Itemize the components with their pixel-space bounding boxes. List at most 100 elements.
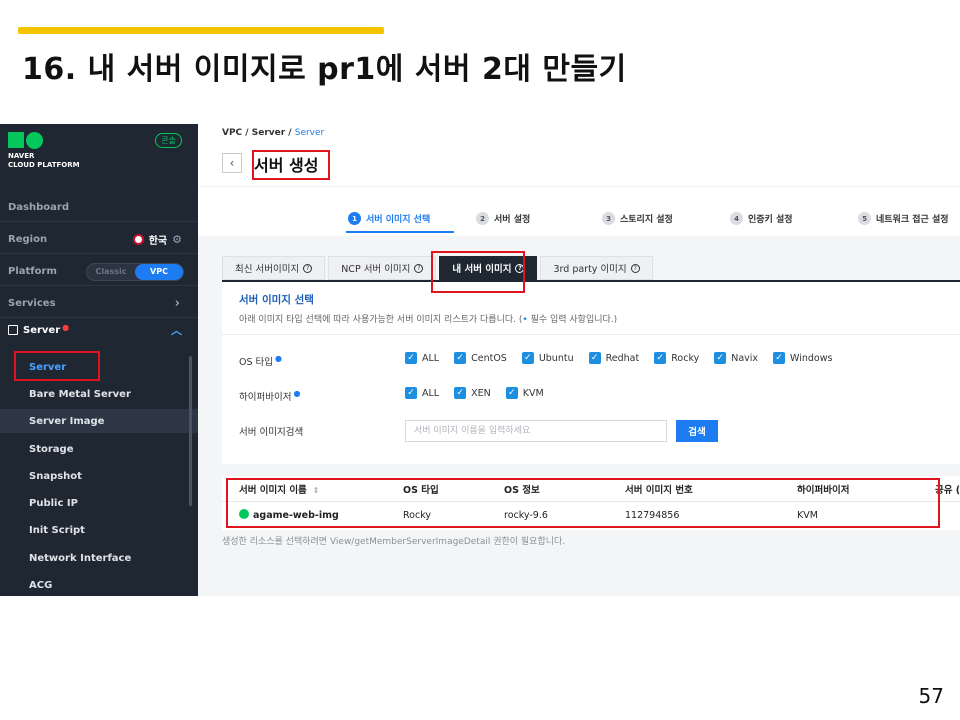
image-filter-panel: 서버 이미지 선택 아래 이미지 타입 선택에 따라 사용가능한 서버 이미지 …	[222, 282, 960, 464]
image-number-cell: 112794856	[625, 509, 680, 521]
sidebar-item-bare-metal-server[interactable]: Bare Metal Server	[0, 382, 198, 406]
page-header: VPC / Server / Server ‹ 서버 생성	[198, 124, 960, 186]
sidebar-item-storage[interactable]: Storage	[0, 437, 198, 461]
check-icon: ✓	[505, 387, 518, 399]
image-search-input[interactable]	[405, 420, 667, 442]
check-icon: ✓	[521, 352, 534, 364]
image-name-cell: agame-web-img	[239, 509, 339, 521]
active-step-underline	[346, 231, 454, 233]
korea-flag-icon	[132, 234, 144, 245]
column-header-image-number: 서버 이미지 번호	[625, 484, 693, 496]
divider	[222, 334, 960, 335]
platform-option-classic[interactable]: Classic	[87, 264, 135, 280]
step-storage-settings[interactable]: 3 스토리지 설정	[602, 212, 673, 225]
step-server-image[interactable]: 1 서버 이미지 선택	[348, 212, 430, 225]
new-indicator-icon: ●	[62, 322, 70, 332]
chevron-up-icon: ︿	[171, 324, 182, 337]
checkbox-hv-xen[interactable]: ✓ XEN	[454, 387, 491, 399]
os-type-label: OS 타입 ●	[239, 354, 282, 368]
console-badge[interactable]: 콘솔	[155, 133, 182, 148]
section-title: 서버 이미지 선택	[239, 294, 314, 306]
step-auth-key-settings[interactable]: 4 인증키 설정	[730, 212, 793, 225]
sidebar-item-network-interface[interactable]: Network Interface	[0, 546, 198, 570]
check-icon: ✓	[405, 387, 417, 399]
region-selector[interactable]: Region 한국 ⚙	[0, 226, 198, 254]
check-icon: ✓	[454, 387, 467, 399]
wizard-steps: 1 서버 이미지 선택 2 서버 설정 3 스토리지 설정 4 인증키 설정 5 네트워크…	[198, 186, 960, 236]
checkbox-os-windows[interactable]: ✓ Windows	[773, 352, 832, 364]
sidebar-item-public-ip[interactable]: Public IP	[0, 491, 198, 515]
breadcrumb: VPC / Server / Server	[222, 128, 325, 138]
check-icon: ✓	[714, 352, 727, 364]
image-search-label: 서버 이미지검색	[239, 427, 304, 438]
sidebar-item-services[interactable]: Services ›	[0, 290, 198, 318]
step-network-access-settings[interactable]: 5 네트워크 접근 설정	[858, 212, 949, 225]
page-title: 서버 생성	[254, 156, 319, 175]
table-header: 서버 이미지 이름 ⇕ OS 타입 OS 정보 서버 이미지 번호 하이퍼바이저 …	[222, 476, 960, 502]
breadcrumb-vpc[interactable]: VPC	[222, 128, 242, 138]
tab-latest-server-image[interactable]: 최신 서버이미지?	[222, 256, 326, 280]
checkbox-os-navix[interactable]: ✓ Navix	[714, 352, 758, 364]
checkbox-os-redhat[interactable]: ✓ Redhat	[588, 352, 639, 364]
sidebar-item-server-image[interactable]: Server Image	[0, 409, 198, 433]
hypervisor-checkboxes: ✓ ALL ✓ XEN ✓ KVM	[405, 387, 559, 399]
server-group-label: Server	[23, 324, 61, 336]
column-header-image-name[interactable]: 서버 이미지 이름 ⇕	[239, 482, 320, 496]
check-icon: ✓	[654, 352, 667, 364]
image-source-tabs: 최신 서버이미지? NCP 서버 이미지? 내 서버 이미지? 3rd part…	[222, 256, 653, 280]
sort-icon: ⇕	[312, 485, 320, 495]
permission-footnote: 생성한 리소스를 선택하려면 View/getMemberServerImage…	[222, 537, 566, 547]
os-type-cell: Rocky	[403, 509, 431, 521]
check-icon: ✓	[773, 352, 786, 364]
tab-my-server-image[interactable]: 내 서버 이미지?	[439, 256, 538, 280]
checkbox-hv-kvm[interactable]: ✓ KVM	[505, 387, 544, 399]
checkbox-os-centos[interactable]: ✓ CentOS	[454, 352, 507, 364]
sidebar-group-server[interactable]: Server ● ︿	[0, 320, 198, 340]
help-icon[interactable]: ?	[630, 263, 640, 273]
help-icon[interactable]: ?	[515, 263, 525, 273]
title-accent-bar	[18, 27, 384, 34]
back-button[interactable]: ‹	[222, 153, 242, 173]
step-server-settings[interactable]: 2 서버 설정	[476, 212, 530, 225]
column-header-hypervisor: 하이퍼바이저	[797, 484, 850, 496]
sidebar-item-snapshot[interactable]: Snapshot	[0, 464, 198, 488]
tab-3rd-party-image[interactable]: 3rd party 이미지?	[540, 256, 653, 280]
column-header-shared: 공유 (	[935, 484, 960, 496]
sidebar-item-init-script[interactable]: Init Script	[0, 518, 198, 542]
sidebar-item-acg[interactable]: ACG	[0, 573, 198, 596]
breadcrumb-current: Server	[294, 128, 325, 138]
sidebar-scrollbar[interactable]	[189, 356, 192, 506]
services-label: Services	[8, 298, 56, 309]
checkbox-hv-all[interactable]: ✓ ALL	[405, 387, 439, 399]
platform-option-vpc[interactable]: VPC	[135, 263, 183, 280]
slide-title: 16. 내 서버 이미지로 pr1에 서버 2대 만들기	[22, 52, 627, 87]
chevron-left-icon: ‹	[229, 156, 235, 170]
breadcrumb-server[interactable]: Server	[252, 128, 285, 138]
section-description: 아래 이미지 타입 선택에 따라 사용가능한 서버 이미지 리스트가 다릅니다.…	[239, 315, 618, 325]
search-button[interactable]: 검색	[676, 420, 718, 442]
help-icon[interactable]: ?	[303, 263, 313, 273]
checkbox-os-all[interactable]: ✓ ALL	[405, 352, 439, 364]
ncp-logo: NAVER CLOUD PLATFORM	[8, 132, 80, 170]
help-icon[interactable]: ?	[414, 263, 424, 273]
hypervisor-label: 하이퍼바이저 ●	[239, 389, 301, 403]
platform-toggle[interactable]: Classic VPC	[86, 262, 184, 281]
chevron-right-icon: ›	[174, 296, 180, 311]
check-icon: ✓	[405, 352, 417, 364]
check-icon: ✓	[454, 352, 467, 364]
column-header-os-type: OS 타입	[403, 484, 439, 496]
gear-icon[interactable]: ⚙	[172, 233, 182, 246]
region-label: Region	[8, 234, 48, 245]
checkbox-os-rocky[interactable]: ✓ Rocky	[654, 352, 699, 364]
tab-ncp-server-image[interactable]: NCP 서버 이미지?	[328, 256, 437, 280]
table-row[interactable]: agame-web-img Rocky rocky-9.6 112794856 …	[222, 502, 960, 528]
console-screenshot: NAVER CLOUD PLATFORM 콘솔 Dashboard Region …	[0, 124, 960, 596]
status-icon	[239, 509, 249, 519]
sidebar-item-server[interactable]: Server	[0, 355, 198, 379]
server-image-table: 서버 이미지 이름 ⇕ OS 타입 OS 정보 서버 이미지 번호 하이퍼바이저 …	[222, 476, 960, 530]
region-value: 한국	[148, 236, 168, 247]
sidebar-item-dashboard[interactable]: Dashboard	[0, 194, 198, 222]
platform-label: Platform	[8, 266, 57, 277]
os-type-checkboxes: ✓ ALL ✓ CentOS ✓ Ubuntu ✓ Redhat ✓ Rocky ✓ Nav…	[405, 352, 847, 364]
checkbox-os-ubuntu[interactable]: ✓ Ubuntu	[521, 352, 574, 364]
